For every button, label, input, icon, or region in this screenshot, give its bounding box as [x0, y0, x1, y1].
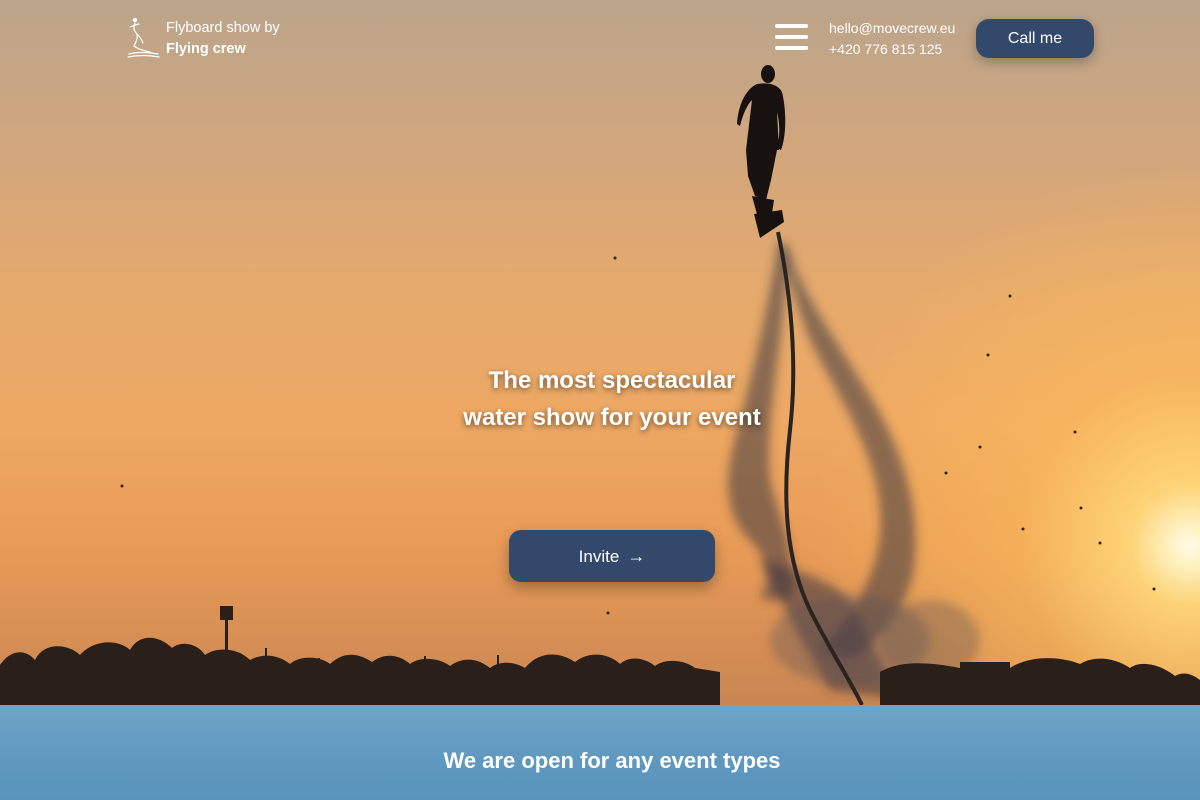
- invite-label: Invite: [578, 546, 620, 566]
- call-me-button[interactable]: Call me: [976, 19, 1094, 58]
- hero-headline: The most spectacular water show for your…: [0, 362, 1200, 436]
- logo-line-1: Flyboard show by: [166, 20, 280, 36]
- headline-line-1: The most spectacular: [488, 367, 736, 394]
- arrow-right-icon: →: [627, 545, 646, 566]
- event-types-section: We are open for any event types: [0, 705, 1200, 800]
- site-logo[interactable]: Flyboard show by Flying crew: [126, 16, 326, 60]
- hamburger-menu-icon[interactable]: [775, 22, 809, 52]
- logo-line-2: Flying crew: [166, 41, 246, 57]
- hero-section: Flyboard show by Flying crew hello@movec…: [0, 0, 1200, 705]
- tree-line: [0, 637, 1200, 705]
- headline-line-2: water show for your event: [463, 404, 761, 431]
- invite-button[interactable]: Invite →: [509, 530, 715, 582]
- phone-link[interactable]: +420 776 815 125: [829, 39, 955, 60]
- email-link[interactable]: hello@movecrew.eu: [829, 18, 955, 39]
- contact-info: hello@movecrew.eu +420 776 815 125: [829, 18, 955, 60]
- flyboard-rider-icon: [127, 17, 160, 58]
- hero-background-image: [0, 65, 1200, 705]
- flyboard-rider-silhouette: [737, 65, 786, 238]
- section-title: We are open for any event types: [443, 748, 781, 773]
